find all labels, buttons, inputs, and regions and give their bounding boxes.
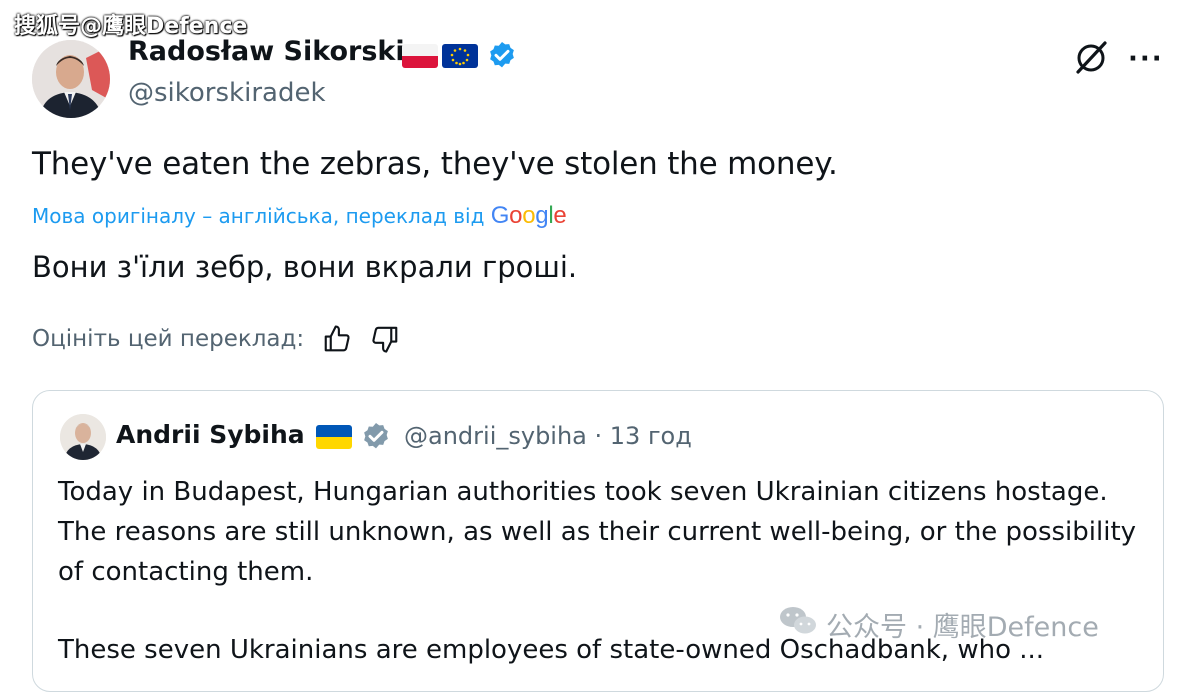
verified-icon xyxy=(486,40,518,72)
ukraine-flag-icon xyxy=(316,425,352,449)
translated-text: Вони з'їли зебр, вони вкрали гроші. xyxy=(32,250,578,284)
quoted-author-name[interactable]: Andrii Sybiha xyxy=(116,420,305,449)
author-handle[interactable]: @sikorskiradek xyxy=(128,78,326,108)
poland-flag-icon xyxy=(402,44,438,68)
quoted-handle-time: @andrii_sybiha · 13 год xyxy=(404,422,692,450)
author-name[interactable]: Radosław Sikorski xyxy=(128,36,405,67)
wechat-icon xyxy=(778,604,818,645)
grok-icon[interactable] xyxy=(1072,38,1110,76)
verified-gray-icon xyxy=(360,421,392,453)
rate-translation-row: Оцініть цей переклад: xyxy=(32,324,400,354)
translated-from-label: Мова оригіналу – англійська, переклад ві… xyxy=(32,204,485,228)
author-avatar[interactable] xyxy=(32,40,110,118)
thumbs-up-icon[interactable] xyxy=(322,324,352,354)
google-logo: Google xyxy=(490,202,567,229)
quoted-post-text: Today in Budapest, Hungarian authorities… xyxy=(58,477,1137,587)
watermark-bottom-text: 公众号 · 鹰眼Defence xyxy=(826,612,1099,643)
more-icon[interactable]: ··· xyxy=(1128,44,1164,74)
eu-flag-icon xyxy=(442,44,478,68)
thumbs-down-icon[interactable] xyxy=(370,324,400,354)
watermark-bottom: 公众号 · 鹰眼Defence xyxy=(778,604,1099,645)
post-text: They've eaten the zebras, they've stolen… xyxy=(32,146,838,182)
translation-attribution[interactable]: Мова оригіналу – англійська, переклад ві… xyxy=(32,202,567,230)
quoted-author-avatar xyxy=(60,414,106,460)
rate-translation-label: Оцініть цей переклад: xyxy=(32,326,305,352)
